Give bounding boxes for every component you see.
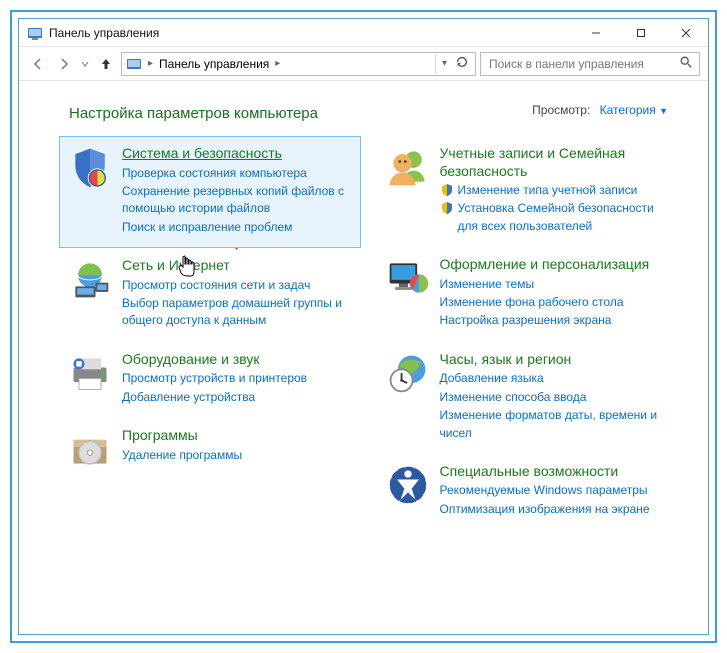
task-link[interactable]: Изменение фона рабочего стола <box>440 294 670 311</box>
search-input[interactable] <box>487 56 677 72</box>
category-programs[interactable]: Программы Удаление программы <box>59 418 361 482</box>
chevron-right-icon: ▸ <box>275 58 280 69</box>
task-link[interactable]: Оптимизация изображения на экране <box>440 501 670 518</box>
address-bar[interactable]: ▸ Панель управления ▸ ▾ <box>121 52 476 76</box>
disc-icon <box>68 427 112 471</box>
appearance-icon <box>386 256 430 300</box>
category-hardware[interactable]: Оборудование и звук Просмотр устройств и… <box>59 342 361 418</box>
left-column: Система и безопасность Проверка состояни… <box>59 136 361 530</box>
task-link[interactable]: Рекомендуемые Windows параметры <box>440 482 670 499</box>
content-area: Просмотр: Категория ▼ Настройка параметр… <box>19 81 708 634</box>
up-button[interactable] <box>95 53 117 75</box>
task-link[interactable]: Настройка разрешения экрана <box>440 312 670 329</box>
control-panel-icon <box>27 25 43 41</box>
category-title[interactable]: Специальные возможности <box>440 463 670 481</box>
chevron-down-icon[interactable]: ▾ <box>442 58 447 69</box>
category-title[interactable]: Часы, язык и регион <box>440 351 670 369</box>
search-icon <box>677 55 693 72</box>
category-accessibility[interactable]: Специальные возможности Рекомендуемые Wi… <box>377 454 679 530</box>
titlebar: Панель управления <box>19 19 708 47</box>
task-link[interactable]: Сохранение резервных копий файлов с помо… <box>122 183 352 218</box>
refresh-button[interactable] <box>453 55 471 72</box>
task-link[interactable]: Изменение типа учетной записи <box>440 182 670 199</box>
network-icon <box>68 257 112 301</box>
back-button[interactable] <box>27 53 49 75</box>
task-link[interactable]: Установка Семейной безопасности для всех… <box>440 200 670 235</box>
task-link[interactable]: Просмотр устройств и принтеров <box>122 370 352 387</box>
maximize-button[interactable] <box>618 19 663 47</box>
view-selector: Просмотр: Категория ▼ <box>532 103 668 117</box>
task-link[interactable]: Просмотр состояния сети и задач <box>122 277 352 294</box>
category-network[interactable]: Сеть и Интернет Просмотр состояния сети … <box>59 248 361 342</box>
category-title[interactable]: Оборудование и звук <box>122 351 352 369</box>
category-title[interactable]: Система и безопасность <box>122 145 352 163</box>
uac-shield-icon <box>440 183 454 197</box>
task-link[interactable]: Добавление устройства <box>122 389 352 406</box>
shield-icon <box>68 145 112 189</box>
category-appearance[interactable]: Оформление и персонализация Изменение те… <box>377 247 679 342</box>
category-accounts[interactable]: Учетные записи и Семейная безопасность И… <box>377 136 679 247</box>
chevron-right-icon: ▸ <box>148 58 153 69</box>
category-title[interactable]: Оформление и персонализация <box>440 256 670 274</box>
window-title: Панель управления <box>49 26 573 40</box>
recent-locations-button[interactable] <box>79 53 91 75</box>
uac-shield-icon <box>440 201 454 215</box>
task-link[interactable]: Удаление программы <box>122 447 352 464</box>
control-panel-window: Панель управления ▸ Па <box>18 18 709 635</box>
clock-globe-icon <box>386 351 430 395</box>
task-link[interactable]: Изменение способа ввода <box>440 389 670 406</box>
minimize-button[interactable] <box>573 19 618 47</box>
forward-button[interactable] <box>53 53 75 75</box>
task-link[interactable]: Поиск и исправление проблем <box>122 219 352 236</box>
task-link[interactable]: Выбор параметров домашней группы и общег… <box>122 295 352 330</box>
task-link[interactable]: Изменение темы <box>440 276 670 293</box>
search-box[interactable] <box>480 52 700 76</box>
task-link[interactable]: Изменение форматов даты, времени и чисел <box>440 407 670 442</box>
printer-icon <box>68 351 112 395</box>
category-title[interactable]: Учетные записи и Семейная безопасность <box>440 145 670 180</box>
category-title[interactable]: Сеть и Интернет <box>122 257 352 275</box>
task-link[interactable]: Добавление языка <box>440 370 670 387</box>
category-title[interactable]: Программы <box>122 427 352 445</box>
breadcrumb-segment[interactable]: Панель управления <box>159 57 269 71</box>
users-icon <box>386 145 430 189</box>
chevron-down-icon: ▼ <box>659 106 668 116</box>
task-link[interactable]: Проверка состояния компьютера <box>122 165 352 182</box>
close-button[interactable] <box>663 19 708 47</box>
category-system-security[interactable]: Система и безопасность Проверка состояни… <box>59 136 361 248</box>
accessibility-icon <box>386 463 430 507</box>
category-clock[interactable]: Часы, язык и регион Добавление языка Изм… <box>377 342 679 454</box>
navbar: ▸ Панель управления ▸ ▾ <box>19 47 708 81</box>
control-panel-icon <box>126 56 142 72</box>
view-label: Просмотр: <box>532 103 590 117</box>
view-dropdown[interactable]: Категория ▼ <box>600 103 668 117</box>
right-column: Учетные записи и Семейная безопасность И… <box>377 136 679 530</box>
